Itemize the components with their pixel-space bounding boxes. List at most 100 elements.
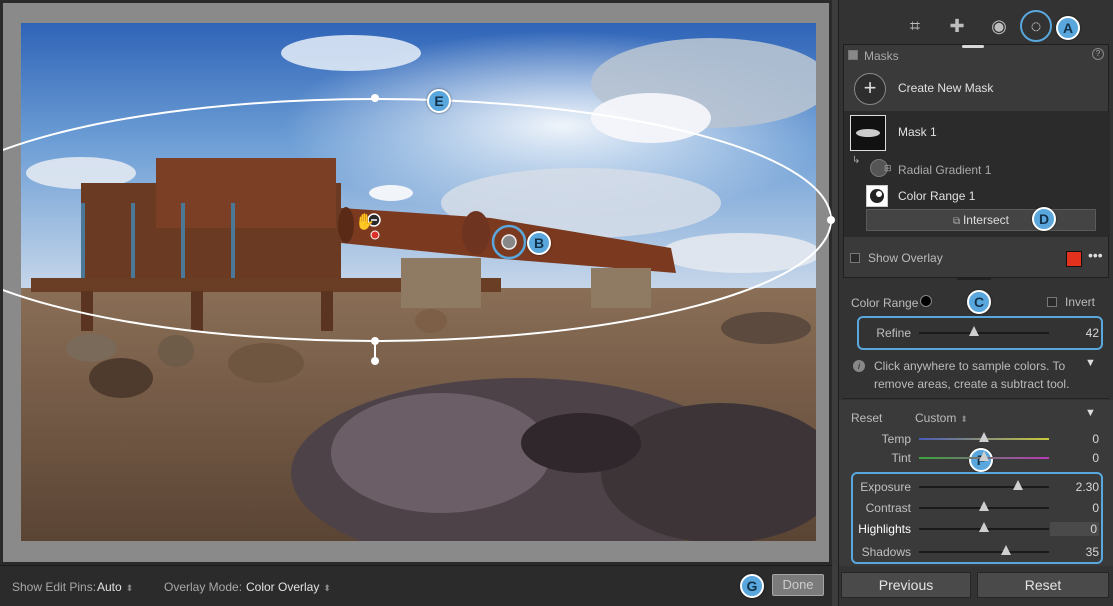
tint-value[interactable]: 0: [1092, 451, 1099, 465]
chevron-updown-icon: ⬍: [960, 414, 968, 424]
color-range-icon: [870, 189, 884, 203]
intersect-button[interactable]: ⧉ Intersect: [866, 209, 1096, 231]
preset-select[interactable]: Custom ⬍: [915, 411, 968, 425]
edit-pins-label: Show Edit Pins:: [12, 580, 97, 594]
highlights-thumb[interactable]: [979, 522, 989, 532]
refine-slider[interactable]: Refine 42: [843, 324, 1109, 342]
invert-checkbox[interactable]: [1047, 297, 1057, 307]
masks-header: Masks ?: [844, 45, 1110, 65]
refine-value[interactable]: 42: [1086, 326, 1099, 340]
panel-divider[interactable]: [957, 278, 991, 280]
refine-thumb[interactable]: [968, 326, 979, 336]
tint-slider[interactable]: Tint 0: [843, 449, 1109, 467]
overlay-mode-value: Color Overlay: [246, 580, 320, 594]
previous-button[interactable]: Previous: [841, 572, 971, 598]
mask-thumbnail-image: [856, 129, 880, 137]
panel-grip-icon[interactable]: [962, 45, 984, 48]
invert-label: Invert: [1065, 295, 1096, 309]
shadows-value[interactable]: 35: [1086, 545, 1099, 559]
color-range-1-label[interactable]: Color Range 1: [898, 189, 975, 203]
show-overlay-label: Show Overlay: [868, 251, 943, 265]
color-range-thumbnail[interactable]: [866, 185, 888, 207]
tint-thumb[interactable]: [979, 451, 989, 461]
shadows-slider[interactable]: Shadows 35: [843, 543, 1109, 561]
photo-scene: [21, 23, 816, 541]
color-range-label: Color Range: [851, 296, 919, 310]
footer-buttons: Previous Reset: [839, 568, 1113, 606]
create-new-mask-label[interactable]: Create New Mask: [898, 81, 993, 95]
color-range-sampler-icon[interactable]: [920, 295, 932, 307]
temp-slider[interactable]: Temp 0: [843, 430, 1109, 448]
shadows-track[interactable]: [919, 551, 1049, 553]
callout-g: G: [740, 574, 764, 598]
done-button[interactable]: Done: [772, 574, 824, 596]
photo[interactable]: [21, 23, 816, 541]
masks-title: Masks: [864, 49, 899, 63]
radial-gradient-1-label[interactable]: Radial Gradient 1: [898, 163, 991, 177]
contrast-label: Contrast: [865, 501, 911, 515]
overlay-mode-label: Overlay Mode:: [164, 580, 243, 594]
section-divider: [843, 398, 1109, 399]
help-icon[interactable]: ?: [1092, 48, 1104, 60]
image-canvas[interactable]: ✋ E B: [0, 0, 835, 565]
create-new-mask-button[interactable]: +: [854, 73, 886, 105]
exposure-slider[interactable]: Exposure 2.30: [843, 478, 1109, 496]
exposure-label: Exposure: [860, 480, 911, 494]
exposure-value[interactable]: 2.30: [1076, 480, 1099, 494]
masks-panel: Masks ? + Create New Mask Mask 1 ↳ ⊟ Rad…: [843, 44, 1110, 278]
collapse-triangle-icon[interactable]: ▼: [1085, 407, 1096, 419]
info-icon: i: [853, 360, 865, 372]
highlights-label: Highlights: [858, 522, 911, 536]
overlay-color-swatch[interactable]: [1066, 251, 1082, 267]
mask-1-label[interactable]: Mask 1: [898, 125, 937, 139]
refine-track[interactable]: [919, 332, 1049, 334]
edit-pins-select[interactable]: Auto ⬍: [97, 580, 133, 594]
healing-icon[interactable]: ✚: [945, 14, 969, 38]
expand-triangle-icon[interactable]: ▼: [1085, 357, 1096, 369]
red-eye-icon[interactable]: ◉: [987, 14, 1011, 38]
masks-collapse-icon[interactable]: [848, 50, 858, 60]
overlay-mode-select[interactable]: Color Overlay ⬍: [246, 580, 331, 594]
intersect-small-icon: ⊟: [884, 163, 892, 173]
bottom-toolbar: Show Edit Pins: Auto ⬍ Overlay Mode: Colo…: [0, 565, 832, 606]
intersect-icon: ⧉: [953, 216, 963, 227]
temp-value[interactable]: 0: [1092, 432, 1099, 446]
info-text-line-2: remove areas, create a subtract tool.: [874, 377, 1070, 391]
contrast-value[interactable]: 0: [1092, 501, 1099, 515]
temp-label: Temp: [881, 432, 911, 446]
reset-label[interactable]: Reset: [851, 411, 882, 425]
highlights-slider[interactable]: Highlights 0: [843, 520, 1109, 538]
contrast-slider[interactable]: Contrast 0: [843, 499, 1109, 517]
subcomponent-arrow-icon: ↳: [852, 155, 861, 166]
shadows-label: Shadows: [861, 545, 911, 559]
tool-strip: ⌗ ✚ ◉ ◌ A: [839, 6, 1113, 46]
info-text-line-1: Click anywhere to sample colors. To: [874, 359, 1066, 373]
contrast-thumb[interactable]: [979, 501, 989, 511]
color-range-section: Color Range C Invert Refine 42 i Click a…: [839, 284, 1113, 396]
temp-thumb[interactable]: [979, 432, 989, 442]
more-options-icon[interactable]: •••: [1088, 247, 1103, 263]
ellipse-handle-right[interactable]: [827, 216, 835, 224]
masking-icon[interactable]: ◌: [1024, 14, 1048, 38]
intersect-label: Intersect: [962, 213, 1009, 227]
adjustments-section: Reset Custom ⬍ ▼ F Temp 0 Tint 0 Exposure 2.30…: [839, 400, 1113, 566]
callout-a: A: [1056, 16, 1080, 40]
edit-pins-value: Auto: [97, 580, 122, 594]
reset-button[interactable]: Reset: [977, 572, 1109, 598]
tint-label: Tint: [891, 451, 911, 465]
callout-c: C: [967, 290, 991, 314]
chevron-updown-icon: ⬍: [323, 583, 331, 593]
masking-panel: ⌗ ✚ ◉ ◌ A Masks ? + Create New Mask Mask…: [838, 0, 1113, 606]
chevron-updown-icon: ⬍: [125, 583, 134, 593]
highlights-value[interactable]: 0: [1050, 522, 1099, 536]
callout-e: E: [427, 89, 451, 113]
callout-d: D: [1032, 207, 1056, 231]
shadows-thumb[interactable]: [1001, 545, 1012, 555]
exposure-thumb[interactable]: [1012, 480, 1023, 490]
crop-icon[interactable]: ⌗: [903, 14, 927, 38]
mask-1-thumbnail[interactable]: [850, 115, 886, 151]
callout-b: B: [527, 231, 551, 255]
exposure-track[interactable]: [919, 486, 1049, 488]
preset-value: Custom: [915, 411, 957, 425]
show-overlay-checkbox[interactable]: [850, 253, 860, 263]
